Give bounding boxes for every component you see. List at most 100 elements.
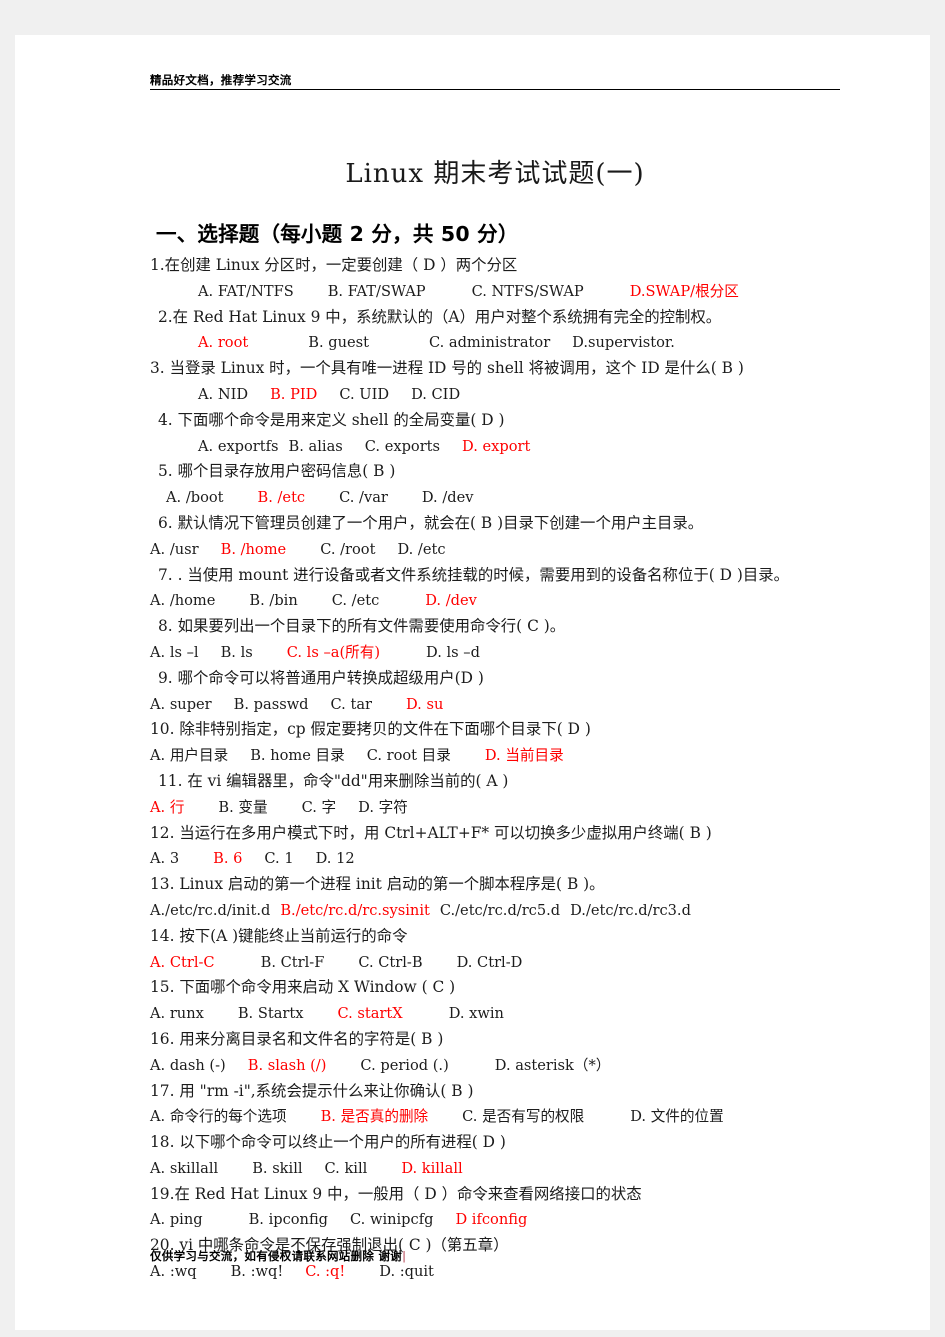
option-choice[interactable]: B. FAT/SWAP (328, 283, 426, 300)
question-options: A. /boot B. /etc C. /var D. /dev (150, 485, 850, 511)
option-choice[interactable]: D. ls –d (426, 644, 480, 661)
question-stem: 4. 下面哪个命令是用来定义 shell 的全局变量( D ) (158, 410, 505, 429)
question-options: A. dash (-) B. slash (/) C. period (.) D. a… (150, 1053, 850, 1079)
question-options: A. ls –l B. ls C. ls –a(所有) D. ls –d (150, 640, 850, 666)
option-correct[interactable]: C. ls –a(所有) (287, 644, 380, 661)
option-choice[interactable]: D. /etc (397, 541, 445, 558)
option-choice[interactable]: A. 用户目录 (150, 747, 228, 764)
option-choice[interactable]: A./etc/rc.d/init.d (150, 902, 270, 919)
option-choice[interactable]: C. exports (365, 438, 440, 455)
option-choice[interactable]: D. CID (411, 386, 460, 403)
option-correct[interactable]: C. :q! (305, 1263, 345, 1280)
option-choice[interactable]: C. administrator (429, 334, 550, 351)
option-choice[interactable]: A. /boot (166, 489, 224, 506)
question-options: A. exportfs B. alias C. exports D. export (150, 434, 850, 460)
option-choice[interactable]: B. :wq! (231, 1263, 284, 1280)
option-choice[interactable]: D. Ctrl-D (457, 954, 523, 971)
option-correct[interactable]: D.SWAP/根分区 (630, 283, 739, 300)
option-correct[interactable]: D. 当前目录 (485, 747, 564, 764)
option-choice[interactable]: A. /usr (150, 541, 199, 558)
option-choice[interactable]: A. super (150, 696, 212, 713)
document-footer: 仅供学习与交流，如有侵权请联系网站删除 谢谢| (150, 1248, 840, 1264)
option-choice[interactable]: B. ipconfig (249, 1211, 328, 1228)
option-choice[interactable]: C./etc/rc.d/rc5.d (440, 902, 560, 919)
option-choice[interactable]: C. /etc (332, 592, 380, 609)
option-choice[interactable]: B. /bin (249, 592, 297, 609)
option-correct[interactable]: A. root (198, 334, 248, 351)
option-correct[interactable]: D. su (406, 696, 443, 713)
option-correct[interactable]: C. startX (337, 1005, 402, 1022)
question-stem: 9. 哪个命令可以将普通用户转换成超级用户(D ) (158, 668, 484, 687)
option-correct[interactable]: A. 行 (150, 799, 184, 816)
option-choice[interactable]: D./etc/rc.d/rc3.d (570, 902, 691, 919)
option-correct[interactable]: B. 是否真的删除 (321, 1108, 429, 1125)
option-correct[interactable]: D. export (462, 438, 530, 455)
footer-text: 仅供学习与交流，如有侵权请联系网站删除 谢谢 (150, 1249, 403, 1263)
option-choice[interactable]: A. ping (150, 1211, 203, 1228)
option-choice[interactable]: B. guest (308, 334, 369, 351)
option-choice[interactable]: A. runx (150, 1005, 204, 1022)
option-choice[interactable]: C. UID (339, 386, 389, 403)
option-choice[interactable]: C. 1 (264, 850, 293, 867)
option-choice[interactable]: A. ls –l (150, 644, 199, 661)
option-choice[interactable]: D. 文件的位置 (630, 1108, 723, 1125)
option-correct[interactable]: D ifconfig (455, 1211, 527, 1228)
option-choice[interactable]: D. /dev (422, 489, 474, 506)
option-choice[interactable]: C. 字 (302, 799, 337, 816)
option-choice[interactable]: A. dash (-) (150, 1057, 226, 1074)
question-stem: 7. . 当使用 mount 进行设备或者文件系统挂载的时候，需要用到的设备名称… (158, 565, 790, 584)
option-choice[interactable]: C. 是否有写的权限 (462, 1108, 584, 1125)
option-choice[interactable]: D.supervistor. (572, 334, 675, 351)
option-choice[interactable]: C. tar (331, 696, 372, 713)
option-choice[interactable]: D. 12 (316, 850, 355, 867)
option-choice[interactable]: B. passwd (234, 696, 309, 713)
option-choice[interactable]: A. /home (150, 592, 215, 609)
option-choice[interactable]: C. winipcfg (350, 1211, 433, 1228)
option-choice[interactable]: B. ls (221, 644, 253, 661)
option-correct[interactable]: D. killall (401, 1160, 462, 1177)
option-choice[interactable]: A. :wq (150, 1263, 197, 1280)
option-choice[interactable]: A. 命令行的每个选项 (150, 1108, 287, 1125)
header-divider (150, 89, 840, 90)
option-choice[interactable]: C. period (.) (360, 1057, 448, 1074)
option-choice[interactable]: B. 变量 (218, 799, 267, 816)
option-correct[interactable]: B. /home (221, 541, 287, 558)
question-options: A. root B. guest C. administrator D.supervi… (150, 330, 850, 356)
option-correct[interactable]: B./etc/rc.d/rc.sysinit (280, 902, 430, 919)
option-correct[interactable]: D. /dev (425, 592, 477, 609)
option-choice[interactable]: C. Ctrl-B (358, 954, 422, 971)
option-choice[interactable]: D. 字符 (358, 799, 408, 816)
option-choice[interactable]: D. xwin (449, 1005, 504, 1022)
option-choice[interactable]: A. FAT/NTFS (198, 283, 294, 300)
option-choice[interactable]: B. alias (289, 438, 343, 455)
option-choice[interactable]: A. 3 (150, 850, 179, 867)
question-options: A. skillall B. skill C. kill D. killall (150, 1156, 850, 1182)
option-choice[interactable]: A. NID (198, 386, 248, 403)
question-stem: 11. 在 vi 编辑器里，命令"dd"用来删除当前的( A ) (158, 771, 509, 790)
question-stem: 1.在创建 Linux 分区时，一定要创建（ D ）两个分区 (150, 256, 518, 274)
option-choice[interactable]: B. Startx (238, 1005, 304, 1022)
running-header-text: 精品好文档，推荐学习交流 (150, 73, 292, 87)
option-correct[interactable]: B. slash (/) (248, 1057, 327, 1074)
option-correct[interactable]: B. /etc (258, 489, 306, 506)
question-options: A. FAT/NTFS B. FAT/SWAP C. NTFS/SWAP D.SWAP… (150, 279, 850, 305)
option-choice[interactable]: B. Ctrl-F (261, 954, 325, 971)
option-choice[interactable]: B. home 目录 (250, 747, 345, 764)
question-stem: 15. 下面哪个命令用来启动 X Window ( C ) (150, 978, 456, 997)
option-choice[interactable]: D. :quit (379, 1263, 434, 1280)
question-options: A. 行 B. 变量 C. 字 D. 字符 (150, 795, 850, 821)
option-choice[interactable]: C. /root (320, 541, 375, 558)
option-choice[interactable]: C. /var (339, 489, 388, 506)
question-stem: 3. 当登录 Linux 时，一个具有唯一进程 ID 号的 shell 将被调用… (150, 359, 744, 378)
question-stem: 13. Linux 启动的第一个进程 init 启动的第一个脚本程序是( B )… (150, 875, 605, 894)
option-choice[interactable]: B. skill (252, 1160, 302, 1177)
option-choice[interactable]: A. exportfs (198, 438, 279, 455)
option-correct[interactable]: A. Ctrl-C (150, 954, 215, 971)
option-choice[interactable]: A. skillall (150, 1160, 218, 1177)
option-correct[interactable]: B. PID (270, 386, 317, 403)
option-choice[interactable]: C. NTFS/SWAP (472, 283, 584, 300)
option-choice[interactable]: C. root 目录 (367, 747, 451, 764)
option-choice[interactable]: C. kill (325, 1160, 368, 1177)
option-correct[interactable]: B. 6 (213, 850, 242, 867)
option-choice[interactable]: D. asterisk（*） (495, 1057, 611, 1074)
